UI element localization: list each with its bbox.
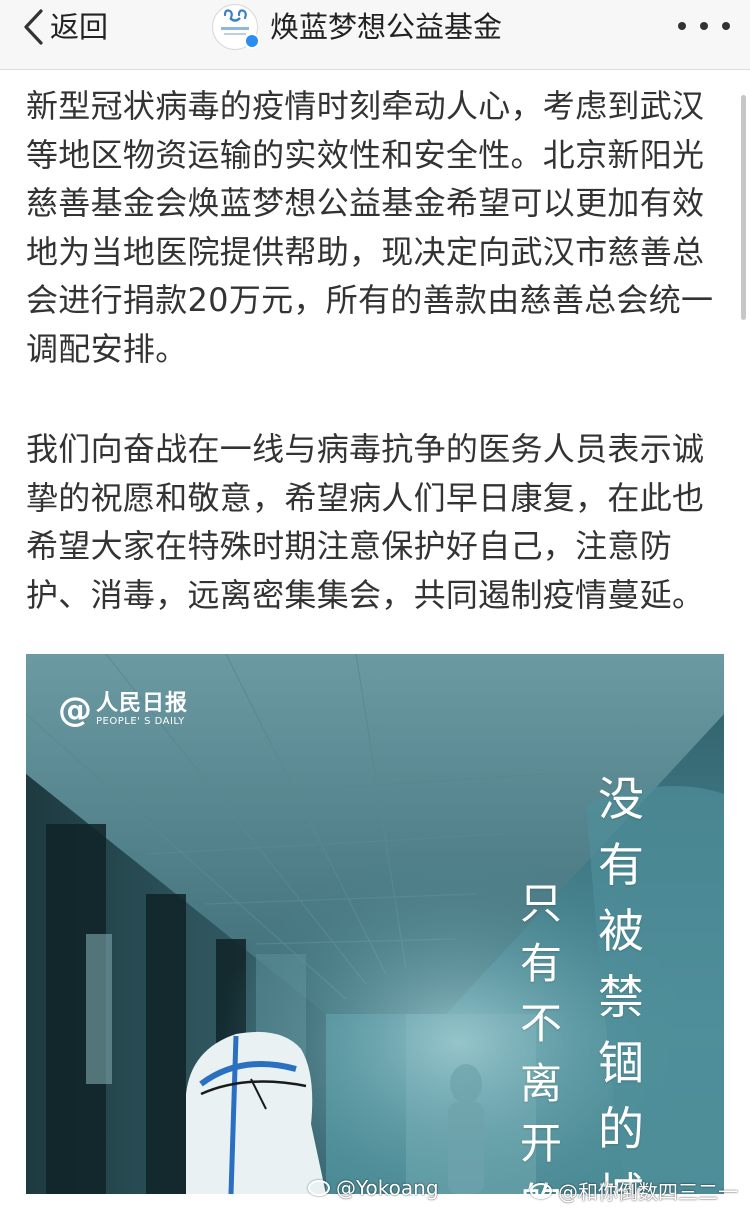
watermark-text: @Yokoang (336, 1176, 439, 1200)
more-dot-icon (700, 22, 708, 30)
more-dot-icon (722, 22, 730, 30)
back-button[interactable]: 返回 (22, 4, 108, 50)
poster-char: 被 (598, 904, 644, 958)
weibo-icon (530, 1182, 552, 1199)
verified-badge-icon (244, 33, 260, 49)
back-label: 返回 (50, 10, 109, 44)
poster-char: 锢 (598, 1036, 644, 1090)
chevron-left-icon (24, 9, 43, 45)
article-paragraph: 我们向奋战在一线与病毒抗争的医务人员表示诚挚的祝愿和敬意，希望病人们早日康复，在… (26, 430, 705, 614)
watermark-text: @和你倒数四三二一 (558, 1180, 738, 1204)
watermark: @Yokoang (308, 1176, 439, 1200)
poster-char: 离 (520, 1059, 563, 1108)
logo-english: PEOPLE' S DAILY (96, 716, 185, 727)
article-image[interactable]: @ 人民日报 PEOPLE' S DAILY 没 有 被 禁 锢 的 城 只 有… (26, 654, 724, 1194)
article-paragraph: 新型冠状病毒的疫情时刻牵动人心，考虑到武汉等地区物资运输的实效性和安全性。北京新… (26, 87, 714, 368)
poster-char: 禁 (598, 970, 644, 1024)
poster-char: 没 (598, 772, 644, 826)
poster-char: 的 (598, 1102, 644, 1156)
top-nav-bar: 返回 焕蓝梦想公益基金 (0, 0, 750, 70)
peoples-daily-logo: @ 人民日报 PEOPLE' S DAILY (58, 692, 188, 728)
at-icon: @ (58, 690, 92, 730)
weibo-icon (308, 1180, 330, 1196)
page-title: 焕蓝梦想公益基金 (270, 10, 503, 44)
more-options-button[interactable] (678, 18, 730, 34)
poster-char: 只 (520, 879, 563, 928)
poster-char: 有 (598, 838, 644, 892)
poster-text-column: 没 有 被 禁 锢 的 城 (598, 766, 644, 1194)
watermark: @和你倒数四三二一 (530, 1176, 738, 1205)
poster-char: 有 (520, 939, 563, 988)
logo-name: 人民日报 (96, 691, 189, 716)
poster-text-column: 只 有 不 离 开 的 (520, 874, 562, 1194)
article-body: 新型冠状病毒的疫情时刻牵动人心，考虑到武汉等地区物资运输的实效性和安全性。北京新… (26, 82, 726, 619)
poster-char: 开 (520, 1119, 563, 1168)
more-dot-icon (678, 22, 686, 30)
scrollbar[interactable] (741, 95, 746, 320)
poster-char: 不 (520, 999, 563, 1048)
